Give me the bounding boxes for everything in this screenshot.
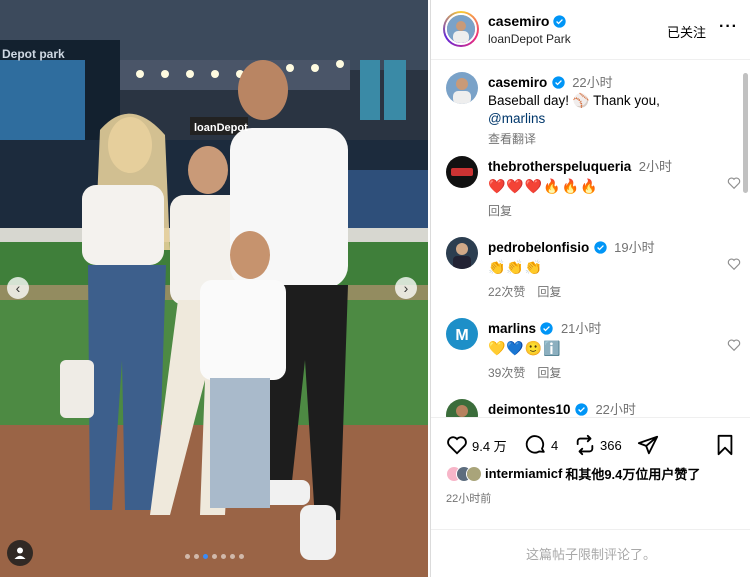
author-avatar[interactable]	[443, 11, 479, 47]
post-location[interactable]: loanDepot Park	[488, 32, 571, 46]
commenter-avatar[interactable]	[446, 399, 478, 417]
carousel-dot	[193, 554, 199, 559]
caption-time: 22小时	[572, 75, 613, 90]
liked-by-summary[interactable]: intermiamicf 和其他9.4万位用户赞了	[446, 464, 700, 483]
post-timestamp[interactable]: 22小时前	[446, 490, 491, 506]
comment-time: 21小时	[560, 321, 602, 336]
commenter-username[interactable]: thebrotherspeluqueria	[488, 159, 631, 174]
liker-avatars	[446, 465, 482, 482]
comments-scrollbar[interactable]	[742, 61, 750, 417]
liked-by-username[interactable]: intermiamicf	[485, 466, 562, 481]
carousel-dot	[184, 554, 190, 559]
repost-action[interactable]: 366	[574, 434, 622, 456]
caption-text: Baseball day! ⚾ Thank you,	[488, 93, 660, 108]
post-photo[interactable]: Depot park loanDepot ‹ ›	[0, 0, 428, 577]
comment-text: ❤️❤️❤️🔥🔥🔥	[488, 178, 599, 194]
bookmark-icon[interactable]	[715, 434, 735, 456]
liked-by-others[interactable]: 和其他9.4万位用户赞了	[565, 464, 700, 483]
author-username[interactable]: casemiro	[488, 13, 549, 29]
comment-time: 22小时	[595, 402, 636, 417]
next-slide-button[interactable]: ›	[395, 277, 417, 299]
carousel-dot	[211, 554, 217, 559]
heart-icon[interactable]	[446, 434, 468, 456]
post-actions: 9.4 万 4 366 intermiamicf 和其他9.4万位用户赞了 22…	[431, 417, 750, 529]
comment-text: 👏👏👏	[488, 259, 544, 275]
caption-mention-link[interactable]: @marlins	[488, 110, 713, 128]
previous-slide-button[interactable]: ‹	[7, 277, 29, 299]
more-options-icon[interactable]: ···	[719, 18, 738, 36]
share-action[interactable]	[637, 434, 659, 456]
verified-badge-icon	[553, 14, 567, 28]
carousel-dot	[202, 554, 208, 559]
following-button[interactable]: 已关注	[667, 22, 706, 41]
comment-action[interactable]: 4	[525, 434, 558, 456]
chevron-left-icon: ‹	[15, 280, 21, 296]
like-comment-heart-icon[interactable]	[727, 257, 741, 271]
repost-icon[interactable]	[574, 434, 596, 456]
save-action[interactable]	[715, 434, 735, 456]
see-translation-link[interactable]: 查看翻译	[488, 130, 713, 147]
verified-badge-icon	[594, 241, 607, 254]
like-comment-heart-icon[interactable]	[727, 176, 741, 190]
stadium-wall-text: Depot park	[2, 47, 65, 61]
carousel-indicator	[0, 554, 428, 559]
verified-badge-icon	[540, 322, 554, 335]
repost-count[interactable]: 366	[600, 438, 622, 453]
like-comment-heart-icon[interactable]	[727, 338, 741, 352]
commenter-username[interactable]: marlins	[488, 321, 536, 336]
verified-badge-icon	[575, 403, 588, 416]
verified-badge-icon	[552, 76, 565, 89]
reply-button[interactable]: 回复	[537, 364, 561, 381]
carousel-dot	[220, 554, 226, 559]
reply-button[interactable]: 回复	[488, 202, 512, 219]
share-paper-plane-icon[interactable]	[637, 434, 659, 456]
author-username-row[interactable]: casemiro	[488, 13, 567, 29]
like-action[interactable]: 9.4 万	[446, 434, 507, 456]
stadium-sponsor-sign: loanDepot	[194, 122, 248, 134]
caption-username[interactable]: casemiro	[488, 75, 547, 90]
caption-avatar[interactable]	[446, 72, 478, 104]
comments-limited-notice: 这篇帖子限制评论了。	[431, 529, 750, 577]
commenter-avatar[interactable]	[446, 156, 478, 188]
comments-list[interactable]: casemiro 22小时 Baseball day! ⚾ Thank you,…	[431, 61, 750, 417]
carousel-dot	[238, 554, 244, 559]
like-count[interactable]: 9.4 万	[472, 436, 507, 455]
comment-text: 💛💙🙂ℹ️	[488, 340, 562, 356]
comment-like-count[interactable]: 39次赞	[488, 364, 525, 381]
comment-time: 2小时	[638, 159, 672, 174]
comment-bubble-icon[interactable]	[525, 434, 547, 456]
post-details-panel: casemiro loanDepot Park 已关注 ··· casemiro…	[430, 0, 750, 577]
comment-time: 19小时	[614, 240, 655, 255]
commenter-avatar[interactable]: M	[446, 318, 478, 350]
comment-like-count[interactable]: 22次赞	[488, 283, 525, 300]
stadium-family-photo: Depot park loanDepot	[0, 0, 428, 577]
reply-button[interactable]: 回复	[537, 283, 561, 300]
liker-avatar	[466, 465, 482, 482]
chevron-right-icon: ›	[403, 280, 409, 296]
carousel-dot	[229, 554, 235, 559]
comment-count[interactable]: 4	[551, 438, 558, 453]
svg-text:M: M	[455, 327, 468, 344]
post-header: casemiro loanDepot Park 已关注 ···	[431, 0, 750, 60]
commenter-avatar[interactable]	[446, 237, 478, 269]
scrollbar-thumb[interactable]	[743, 73, 748, 193]
tagged-users-button[interactable]	[7, 540, 33, 566]
commenter-username[interactable]: deimontes10	[488, 402, 571, 417]
commenter-username[interactable]: pedrobelonfisio	[488, 240, 589, 255]
